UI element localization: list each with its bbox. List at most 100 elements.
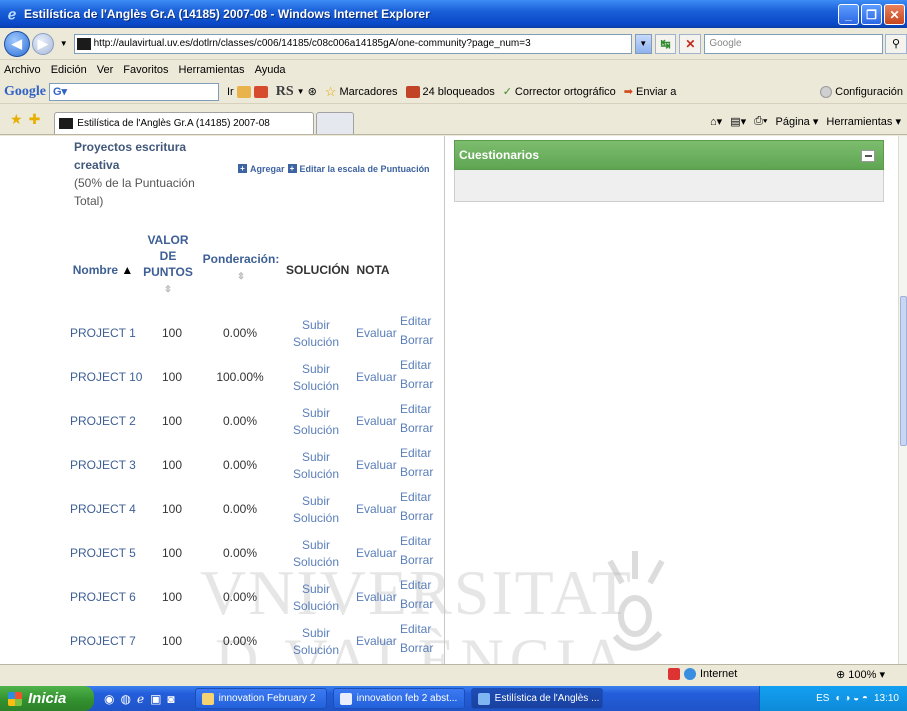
- edit-link[interactable]: Editar: [400, 357, 433, 374]
- settings-button[interactable]: Configuración: [820, 85, 903, 98]
- spellcheck-label: Corrector ortográfico: [514, 85, 616, 98]
- edit-link[interactable]: Editar: [400, 577, 433, 594]
- menu-edicion[interactable]: Edición: [51, 64, 87, 76]
- tab-active[interactable]: Estilística de l'Anglès Gr.A (14185) 200…: [54, 112, 315, 134]
- address-dropdown-icon[interactable]: ▼: [634, 33, 652, 54]
- project-name-link[interactable]: PROJECT 5: [70, 546, 136, 560]
- delete-link[interactable]: Borrar: [400, 552, 433, 569]
- project-name-link[interactable]: PROJECT 7: [70, 634, 136, 648]
- upload-solution-link[interactable]: Subir Solución: [290, 361, 342, 395]
- zoom-control[interactable]: ⊕ 100% ▾: [836, 668, 885, 681]
- google-go-button[interactable]: Ir: [227, 85, 268, 98]
- upload-solution-link[interactable]: Subir Solución: [290, 537, 342, 571]
- vertical-scrollbar[interactable]: [898, 136, 907, 664]
- forward-button[interactable]: ▶: [31, 32, 54, 55]
- refresh-button[interactable]: ↹: [654, 33, 677, 54]
- start-button[interactable]: Inicia: [0, 686, 94, 711]
- delete-link[interactable]: Borrar: [400, 420, 433, 437]
- upload-solution-link[interactable]: Subir Solución: [290, 405, 342, 439]
- project-name-link[interactable]: PROJECT 1: [70, 326, 136, 340]
- menu-archivo[interactable]: Archivo: [4, 64, 41, 76]
- quicklaunch-ie-icon[interactable]: ℯ: [137, 692, 144, 706]
- delete-link[interactable]: Borrar: [400, 376, 433, 393]
- evaluate-link[interactable]: Evaluar: [356, 502, 397, 516]
- evaluate-link[interactable]: Evaluar: [356, 370, 397, 384]
- menu-herramientas[interactable]: Herramientas: [179, 64, 245, 76]
- upload-solution-link[interactable]: Subir Solución: [290, 625, 342, 659]
- bookmarks-button[interactable]: ☆ Marcadores: [325, 84, 398, 100]
- globe-icon: [684, 668, 696, 680]
- upload-solution-link[interactable]: Subir Solución: [290, 493, 342, 527]
- upload-solution-link[interactable]: Subir Solución: [290, 581, 342, 615]
- upload-solution-link[interactable]: Subir Solución: [290, 317, 342, 351]
- edit-link[interactable]: Editar: [400, 489, 433, 506]
- evaluate-link[interactable]: Evaluar: [356, 326, 397, 340]
- upload-solution-link[interactable]: Subir Solución: [290, 449, 342, 483]
- edit-link[interactable]: Editar: [400, 533, 433, 550]
- add-favorites-icon[interactable]: ✚: [29, 111, 41, 128]
- tools-menu[interactable]: Herramientas ▾: [826, 115, 901, 128]
- favorites-star-icon[interactable]: ★: [10, 111, 23, 128]
- window-title: Estilística de l'Anglès Gr.A (14185) 200…: [24, 7, 430, 21]
- stop-button[interactable]: ✕: [679, 33, 702, 54]
- task-button-browser[interactable]: Estilística de l'Anglès ...: [470, 688, 603, 709]
- maximize-button[interactable]: ❐: [861, 4, 882, 25]
- evaluate-link[interactable]: Evaluar: [356, 590, 397, 604]
- send-to-button[interactable]: ➡ Enviar a: [624, 85, 677, 99]
- scrollbar-thumb[interactable]: [900, 296, 907, 446]
- history-dropdown-icon[interactable]: ▼: [60, 39, 68, 48]
- menu-favoritos[interactable]: Favoritos: [123, 64, 168, 76]
- edit-link[interactable]: Editar: [400, 313, 433, 330]
- project-name-link[interactable]: PROJECT 10: [70, 370, 142, 384]
- column-points[interactable]: VALOR DE PUNTOS ⇳: [140, 232, 196, 297]
- new-tab-button[interactable]: [316, 112, 355, 134]
- project-name-link[interactable]: PROJECT 4: [70, 502, 136, 516]
- evaluate-link[interactable]: Evaluar: [356, 458, 397, 472]
- quicklaunch-word-icon[interactable]: ▣: [150, 692, 161, 706]
- feeds-icon[interactable]: ▤▾: [730, 115, 746, 128]
- menu-ver[interactable]: Ver: [97, 64, 114, 76]
- search-icon[interactable]: ⚲: [885, 33, 907, 54]
- language-indicator[interactable]: ES: [816, 693, 829, 704]
- quicklaunch-browser-icon[interactable]: ◉: [104, 692, 114, 706]
- delete-link[interactable]: Borrar: [400, 596, 433, 613]
- edit-scale-link[interactable]: Editar la escala de Puntuación: [300, 164, 430, 174]
- minimize-panel-button[interactable]: [861, 150, 875, 162]
- delete-link[interactable]: Borrar: [400, 508, 433, 525]
- address-field[interactable]: http://aulavirtual.uv.es/dotlrn/classes/…: [73, 33, 632, 54]
- google-search-field[interactable]: G▾: [49, 82, 219, 101]
- delete-link[interactable]: Borrar: [400, 640, 433, 657]
- project-name-link[interactable]: PROJECT 6: [70, 590, 136, 604]
- print-icon[interactable]: ⎙▾: [754, 115, 767, 128]
- project-name-link[interactable]: PROJECT 3: [70, 458, 136, 472]
- quicklaunch-firefox-icon[interactable]: ◍: [120, 692, 130, 706]
- delete-link[interactable]: Borrar: [400, 464, 433, 481]
- task-button-folder[interactable]: innovation February 2: [194, 688, 327, 709]
- settings-label: Configuración: [835, 85, 903, 98]
- edit-link[interactable]: Editar: [400, 401, 433, 418]
- minimize-button[interactable]: _: [838, 4, 859, 25]
- page-menu[interactable]: Página ▾: [776, 115, 819, 128]
- evaluate-link[interactable]: Evaluar: [356, 414, 397, 428]
- edit-link[interactable]: Editar: [400, 621, 433, 638]
- close-button[interactable]: ✕: [884, 4, 905, 25]
- edit-link[interactable]: Editar: [400, 445, 433, 462]
- delete-link[interactable]: Borrar: [400, 332, 433, 349]
- search-input[interactable]: Google: [704, 33, 884, 54]
- column-weight[interactable]: Ponderación: ⇳: [196, 251, 286, 284]
- home-icon[interactable]: ⌂▾: [710, 115, 722, 128]
- windows-flag-icon: [8, 691, 22, 706]
- task-button-word[interactable]: innovation feb 2 abst...: [332, 688, 465, 709]
- evaluate-link[interactable]: Evaluar: [356, 546, 397, 560]
- quicklaunch-desktop-icon[interactable]: ◙: [167, 692, 174, 706]
- project-name-link[interactable]: PROJECT 2: [70, 414, 136, 428]
- rs-button[interactable]: RS ▼ ⊛: [276, 84, 317, 100]
- menu-ayuda[interactable]: Ayuda: [255, 64, 286, 76]
- spellcheck-button[interactable]: ✓ Corrector ortográfico: [503, 85, 616, 99]
- evaluate-link[interactable]: Evaluar: [356, 634, 397, 648]
- back-button[interactable]: ◀: [4, 30, 30, 57]
- column-name[interactable]: Nombre ▲: [68, 262, 138, 278]
- add-link[interactable]: Agregar: [250, 164, 285, 174]
- popup-blocker-button[interactable]: 24 bloqueados: [405, 85, 495, 98]
- tray-icons[interactable]: ◐ ◑ ◒ ◓: [835, 693, 868, 704]
